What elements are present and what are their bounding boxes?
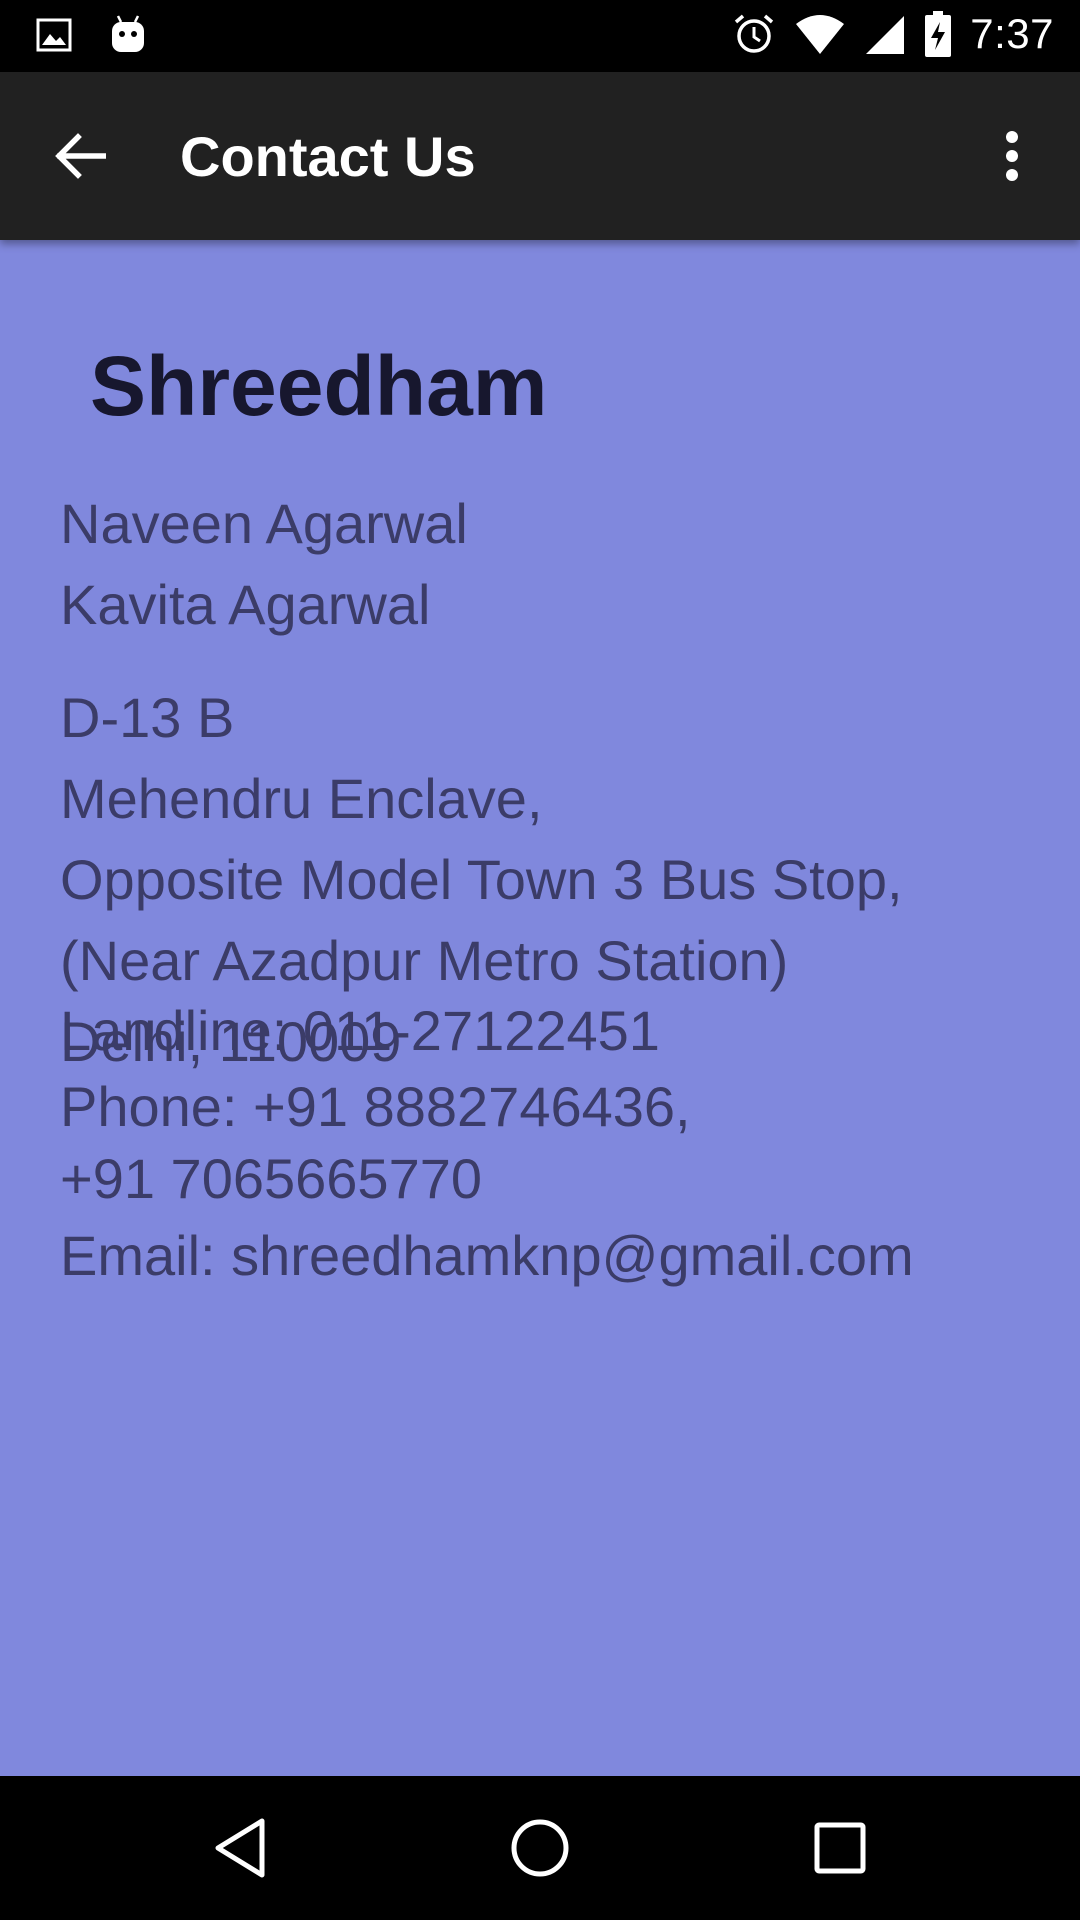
back-button[interactable] [40, 116, 120, 196]
status-left-icons [36, 14, 146, 56]
navigation-bar [0, 1776, 1080, 1920]
nav-back-button[interactable] [200, 1808, 280, 1888]
nav-recents-icon [812, 1820, 868, 1876]
status-right-icons: 7:37 [732, 10, 1054, 58]
organization-name: Shreedham [90, 339, 548, 433]
address-line: Mehendru Enclave, [60, 767, 543, 830]
status-time: 7:37 [970, 10, 1054, 57]
contact-details: Landline: 011-27122451 Phone: +91 888274… [60, 990, 914, 1296]
app-bar: Contact Us [0, 72, 1080, 240]
nav-home-icon [509, 1817, 571, 1879]
battery-charging-icon [924, 10, 952, 58]
overflow-menu-button[interactable] [972, 116, 1052, 196]
contact-content: Shreedham Naveen Agarwal Kavita Agarwal … [0, 240, 1080, 1776]
person-name: Kavita Agarwal [60, 573, 431, 636]
alarm-icon [732, 12, 776, 56]
nav-back-icon [210, 1816, 270, 1880]
contact-people: Naveen Agarwal Kavita Agarwal [60, 483, 468, 645]
image-icon [36, 17, 72, 53]
address-line: (Near Azadpur Metro Station) [60, 929, 789, 992]
address-line: Opposite Model Town 3 Bus Stop, [60, 848, 903, 911]
phone-text[interactable]: Phone: +91 8882746436, [60, 1071, 914, 1143]
email-text[interactable]: Email: shreedhamknp@gmail.com [60, 1215, 914, 1296]
landline-text[interactable]: Landline: 011-27122451 [60, 990, 914, 1071]
wifi-icon [794, 12, 846, 56]
phone-text-secondary[interactable]: +91 7065665770 [60, 1143, 914, 1215]
status-bar: 7:37 [0, 0, 1080, 72]
arrow-back-icon [54, 133, 106, 179]
android-debug-icon [110, 14, 146, 56]
page-title: Contact Us [180, 125, 476, 188]
person-name: Naveen Agarwal [60, 492, 468, 555]
nav-home-button[interactable] [500, 1808, 580, 1888]
address-line: D-13 B [60, 686, 235, 749]
overflow-menu-icon [1004, 130, 1020, 182]
nav-recents-button[interactable] [800, 1808, 880, 1888]
cell-signal-icon [864, 12, 906, 56]
screen: 7:37 Contact Us Shreedham Naveen Agarwal… [0, 0, 1080, 1920]
